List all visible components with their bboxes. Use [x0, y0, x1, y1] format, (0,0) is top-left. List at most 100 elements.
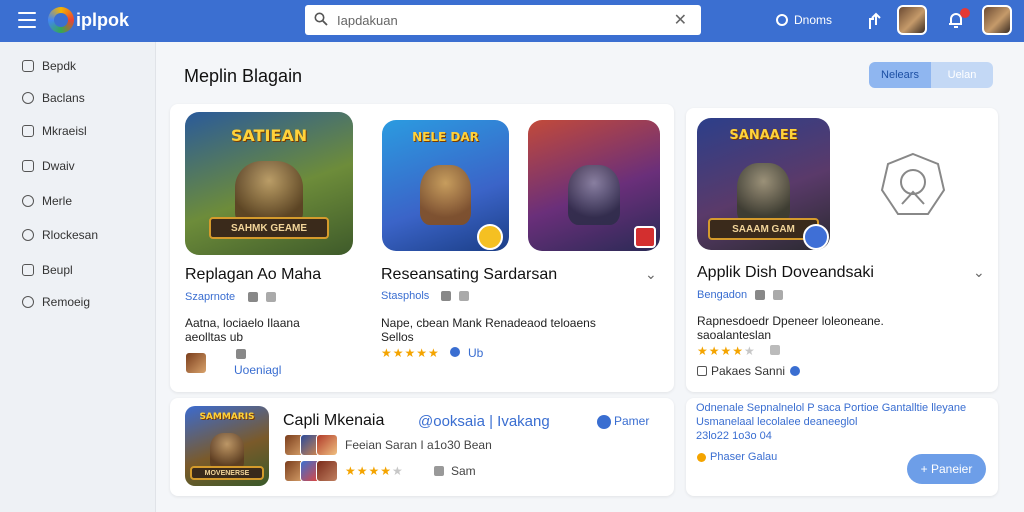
sidebar-item-label: Mkraeisl — [42, 124, 87, 138]
star-rating: ★★★★★ — [381, 346, 440, 360]
character-illustration — [210, 433, 244, 470]
profile-avatar[interactable] — [982, 5, 1012, 35]
circle-icon — [22, 92, 34, 104]
sidebar-item-5[interactable]: Merle — [22, 191, 72, 211]
more-icon[interactable] — [773, 290, 783, 300]
developer-name[interactable]: Stasphols — [381, 290, 429, 302]
thumbnail-plate: MOVENERSE — [190, 466, 264, 480]
sidebar-item-label: Rlockesan — [42, 228, 99, 242]
sidebar-item-2[interactable]: Baclans — [22, 88, 85, 108]
reviewer-avatar — [316, 460, 338, 482]
share-icon[interactable] — [248, 292, 258, 302]
sidebar-item-label: Beupl — [42, 263, 73, 277]
placeholder-illustration-icon — [880, 152, 946, 215]
more-icon[interactable] — [266, 292, 276, 302]
top-link[interactable]: Dnoms — [794, 13, 832, 27]
sidebar-item-6[interactable]: Rlockesan — [22, 225, 98, 245]
more-icon[interactable] — [459, 291, 469, 301]
app-badge-icon — [803, 224, 829, 250]
clear-search-icon[interactable]: ✕ — [674, 10, 687, 30]
chevron-down-icon[interactable]: ⌄ — [973, 264, 985, 281]
app-title[interactable]: Reseansating Sardarsan — [381, 266, 557, 284]
toggle-option-2[interactable]: Uelan — [931, 62, 993, 88]
description-line: aeolltas ub — [185, 330, 244, 344]
developer-name[interactable]: Szaprnote — [185, 291, 235, 303]
toggle-option-1[interactable]: Nelears — [869, 62, 931, 88]
thumbnail-title: SATIEAN — [230, 126, 308, 145]
app-thumbnail[interactable]: SAMMARIS MOVENERSE — [185, 406, 269, 486]
sidebar-item-1[interactable]: Bepdk — [22, 56, 76, 76]
sidebar-item-7[interactable]: Beupl — [22, 260, 73, 280]
loading-icon — [770, 345, 780, 355]
follow-action[interactable]: Pamer — [614, 414, 649, 428]
developer-name[interactable]: Bengadon — [697, 289, 747, 301]
square-icon — [22, 125, 34, 137]
status-text: Phaser Galau — [710, 451, 778, 463]
circle-icon — [22, 195, 34, 207]
description-line: Nape, cbean Mank Renadeaod teloaens — [381, 316, 596, 330]
sidebar-item-4[interactable]: Dwaiv — [22, 156, 75, 176]
sidebar-item-label: Bepdk — [42, 59, 77, 73]
sidebar-item-8[interactable]: Remoeig — [22, 292, 90, 312]
bell-icon — [22, 229, 34, 241]
reviewer-avatar — [185, 352, 207, 374]
open-link[interactable]: Uoeniagl — [234, 363, 281, 377]
sidebar-item-label: Dwaiv — [42, 159, 75, 173]
status-dot-icon — [697, 453, 706, 462]
stars-empty: ★ — [744, 344, 756, 358]
description-line: Aatna, lociaelo Ilaana — [185, 316, 300, 330]
app-description: Aatna, lociaelo Ilaana aeolltas ub — [185, 316, 300, 344]
globe-icon[interactable] — [776, 14, 788, 26]
share-icon[interactable] — [441, 291, 451, 301]
view-toggle[interactable]: Nelears Uelan — [869, 62, 993, 88]
search-input[interactable] — [337, 9, 657, 31]
character-illustration — [567, 164, 621, 225]
sidebar-item-label: Baclans — [42, 91, 85, 105]
app-badge-icon — [634, 226, 656, 248]
thumbnail-title: SANAAEE — [729, 128, 798, 143]
stars-empty: ★ — [392, 464, 404, 478]
info-line: Usmanelaal lecolalee deaneeglol — [696, 416, 858, 428]
bookmark-icon[interactable] — [697, 366, 707, 376]
list-icon — [22, 60, 34, 72]
app-title[interactable]: Capli Mkenaia — [283, 412, 384, 430]
reviewer-avatar — [316, 434, 338, 456]
sidebar-item-label: Remoeig — [42, 295, 91, 309]
app-thumbnail[interactable]: SATIEAN SAHMK GEAME — [185, 112, 353, 255]
review-meta: Sam — [451, 464, 476, 478]
sidebar-item-label: Merle — [42, 194, 73, 208]
search-icon — [314, 12, 328, 26]
thumb-icon — [434, 466, 444, 476]
top-bar: iplpok ✕ Dnoms — [0, 0, 1024, 42]
install-button[interactable]: + Paneier — [907, 454, 986, 484]
thumbnail-title: SAMMARIS — [199, 412, 255, 422]
chevron-down-icon[interactable]: ⌄ — [645, 266, 657, 283]
notification-badge — [960, 8, 970, 18]
developer-handle[interactable]: @ooksaia | Ivakang — [418, 413, 550, 430]
music-icon — [236, 349, 246, 359]
search-box[interactable]: ✕ — [305, 5, 701, 35]
brand-name[interactable]: iplpok — [76, 10, 129, 31]
app-meta: Feeian Saran I a1o30 Bean — [345, 438, 492, 452]
star-rating: ★★★★★ — [697, 344, 756, 358]
app-title[interactable]: Replagan Ao Maha — [185, 266, 321, 284]
info-line: Odnenale Sepnalnelol P saca Portioe Gant… — [696, 402, 967, 414]
square-icon — [22, 160, 34, 172]
app-title[interactable]: Applik Dish Doveandsaki — [697, 264, 874, 282]
app-description: Nape, cbean Mank Renadeaod teloaens Sell… — [381, 316, 596, 344]
share-icon[interactable] — [755, 290, 765, 300]
app-description: Rapnesdoedr Dpeneer loleoneane. saoalant… — [697, 314, 884, 342]
description-line: saoalanteslan — [697, 328, 772, 342]
stars-filled: ★★★★ — [345, 464, 393, 478]
sidebar-item-3[interactable]: Mkraeisl — [22, 121, 87, 141]
rating-meta: Ub — [468, 346, 484, 360]
description-line: Sellos — [381, 330, 414, 344]
upload-icon[interactable] — [866, 11, 886, 31]
sidebar: Bepdk Baclans Mkraeisl Dwaiv Merle Rlock… — [0, 42, 156, 512]
app-logo-icon[interactable] — [48, 7, 74, 33]
thumbnail-title: NELE DAR — [412, 130, 479, 144]
check-circle-icon — [597, 415, 611, 429]
publisher-link[interactable]: Pakaes Sanni — [711, 364, 785, 378]
user-avatar[interactable] — [897, 5, 927, 35]
menu-icon[interactable] — [18, 12, 36, 28]
